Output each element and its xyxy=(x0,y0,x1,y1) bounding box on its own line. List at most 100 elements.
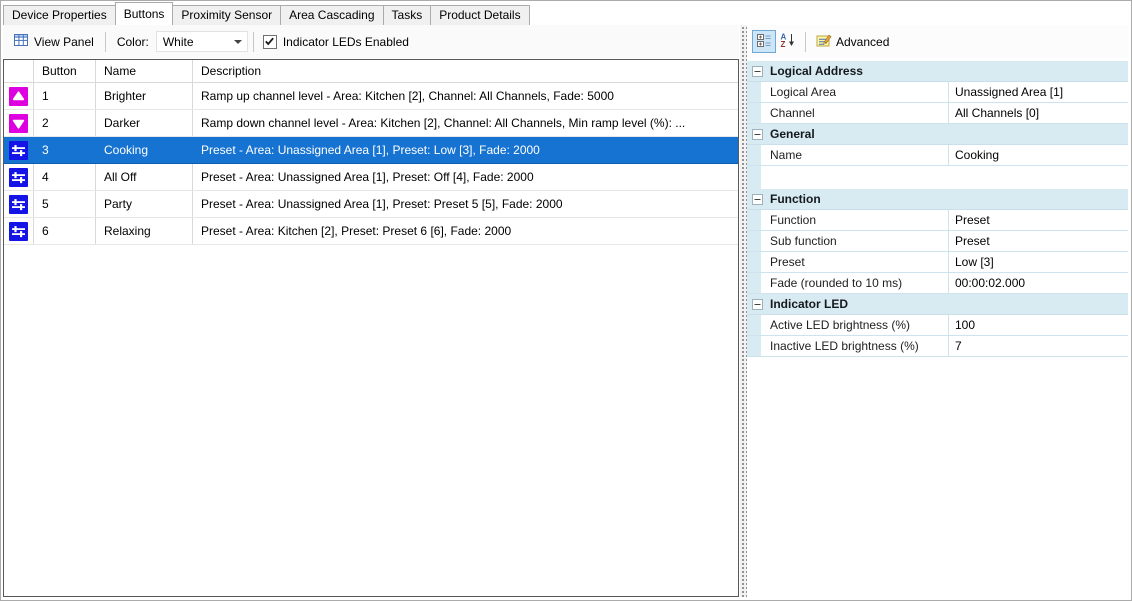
property-row-gutter xyxy=(747,252,761,272)
collapse-toggle-icon[interactable] xyxy=(752,194,763,205)
table-row-button-4[interactable]: 4All OffPreset - Area: Unassigned Area [… xyxy=(4,164,738,191)
category-title: General xyxy=(770,127,815,141)
button-description-cell[interactable]: Ramp up channel level - Area: Kitchen [2… xyxy=(193,83,738,109)
property-category-logical-address[interactable]: Logical Address xyxy=(747,61,1128,82)
property-value[interactable]: Unassigned Area [1] xyxy=(949,82,1128,102)
property-row-gutter xyxy=(747,336,761,356)
tab-product-details[interactable]: Product Details xyxy=(430,5,529,25)
button-type-icon-cell[interactable] xyxy=(4,83,34,109)
button-name-cell[interactable]: Party xyxy=(96,191,193,217)
button-description-cell[interactable]: Preset - Area: Unassigned Area [1], Pres… xyxy=(193,191,738,217)
property-value[interactable]: Low [3] xyxy=(949,252,1128,272)
advanced-button[interactable]: Advanced xyxy=(811,30,897,53)
property-name: Channel xyxy=(761,103,949,123)
button-number-cell[interactable]: 3 xyxy=(34,137,96,163)
column-header-icon[interactable] xyxy=(4,60,34,83)
button-number-cell[interactable]: 1 xyxy=(34,83,96,109)
table-row-button-3[interactable]: 3CookingPreset - Area: Unassigned Area [… xyxy=(4,137,738,164)
sort-alphabetical-icon: AZ xyxy=(780,32,796,51)
button-name-cell[interactable]: Brighter xyxy=(96,83,193,109)
indicator-leds-label: Indicator LEDs Enabled xyxy=(283,35,409,49)
button-description-cell[interactable]: Preset - Area: Kitchen [2], Preset: Pres… xyxy=(193,218,738,244)
column-header-description[interactable]: Description xyxy=(193,60,738,83)
button-type-icon-cell[interactable] xyxy=(4,218,34,244)
table-row-button-2[interactable]: 2DarkerRamp down channel level - Area: K… xyxy=(4,110,738,137)
property-name: Logical Area xyxy=(761,82,949,102)
property-toolbar: AZ Advanced xyxy=(747,25,1128,58)
view-panel-grid-icon xyxy=(13,32,29,51)
button-type-icon-cell[interactable] xyxy=(4,137,34,163)
collapse-toggle-icon[interactable] xyxy=(752,299,763,310)
button-name-cell[interactable]: All Off xyxy=(96,164,193,190)
property-name: Sub function xyxy=(761,231,949,251)
sort-alphabetical-button[interactable]: AZ xyxy=(776,30,800,53)
property-category-general[interactable]: General xyxy=(747,124,1128,145)
tab-area-cascading[interactable]: Area Cascading xyxy=(280,5,383,25)
property-value[interactable]: All Channels [0] xyxy=(949,103,1128,123)
button-description-cell[interactable]: Preset - Area: Unassigned Area [1], Pres… xyxy=(193,164,738,190)
property-value[interactable]: 7 xyxy=(949,336,1128,356)
table-header-row: ButtonNameDescription xyxy=(4,60,738,83)
categorized-icon xyxy=(756,32,772,51)
tab-proximity-sensor[interactable]: Proximity Sensor xyxy=(172,5,281,25)
collapse-toggle-icon[interactable] xyxy=(752,129,763,140)
column-header-name[interactable]: Name xyxy=(96,60,193,83)
ramp-down-icon xyxy=(9,114,28,133)
property-panel: AZ Advanced Logical Address Logical AreaU… xyxy=(747,25,1128,597)
property-row-gutter xyxy=(747,315,761,335)
property-value[interactable]: Preset xyxy=(949,231,1128,251)
property-value[interactable]: Preset xyxy=(949,210,1128,230)
button-number-cell[interactable]: 2 xyxy=(34,110,96,136)
property-name: Name xyxy=(761,145,949,165)
table-row-button-6[interactable]: 6RelaxingPreset - Area: Kitchen [2], Pre… xyxy=(4,218,738,245)
property-row-function: FunctionPreset xyxy=(747,210,1128,231)
property-row-preset: PresetLow [3] xyxy=(747,252,1128,273)
button-number-cell[interactable]: 4 xyxy=(34,164,96,190)
svg-text:Z: Z xyxy=(781,40,786,48)
property-value[interactable]: 100 xyxy=(949,315,1128,335)
property-category-indicator-led[interactable]: Indicator LED xyxy=(747,294,1128,315)
button-type-icon-cell[interactable] xyxy=(4,164,34,190)
indicator-leds-checkbox[interactable] xyxy=(263,35,277,49)
property-category-function[interactable]: Function xyxy=(747,189,1128,210)
table-row-button-5[interactable]: 5PartyPreset - Area: Unassigned Area [1]… xyxy=(4,191,738,218)
color-select[interactable]: White xyxy=(156,31,248,52)
chevron-down-icon xyxy=(234,40,242,44)
collapse-toggle-icon[interactable] xyxy=(752,66,763,77)
toolbar-separator xyxy=(253,32,254,52)
property-row-sub-function: Sub functionPreset xyxy=(747,231,1128,252)
button-type-icon-cell[interactable] xyxy=(4,191,34,217)
property-row-inactive-led-brightness: Inactive LED brightness (%)7 xyxy=(747,336,1128,357)
column-header-button[interactable]: Button xyxy=(34,60,96,83)
property-value[interactable]: Cooking xyxy=(949,145,1128,165)
table-row-button-1[interactable]: 1BrighterRamp up channel level - Area: K… xyxy=(4,83,738,110)
property-row-gutter xyxy=(747,273,761,293)
category-title: Logical Address xyxy=(770,64,863,78)
property-row-gutter xyxy=(747,210,761,230)
property-grid: Logical Address Logical AreaUnassigned Ar… xyxy=(747,61,1128,597)
categorized-button[interactable] xyxy=(752,30,776,53)
buttons-table-header: ButtonNameDescription xyxy=(4,60,738,83)
buttons-table-body: 1BrighterRamp up channel level - Area: K… xyxy=(4,83,738,245)
pane-splitter[interactable] xyxy=(740,25,747,597)
button-name-cell[interactable]: Relaxing xyxy=(96,218,193,244)
advanced-label: Advanced xyxy=(836,35,889,49)
tab-tasks[interactable]: Tasks xyxy=(383,5,432,25)
button-type-icon-cell[interactable] xyxy=(4,110,34,136)
button-description-cell[interactable]: Preset - Area: Unassigned Area [1], Pres… xyxy=(193,137,738,163)
preset-icon xyxy=(9,222,28,241)
property-value[interactable]: 00:00:02.000 xyxy=(949,273,1128,293)
view-panel-button[interactable]: View Panel xyxy=(7,29,100,54)
property-row-gutter xyxy=(747,145,761,165)
button-name-cell[interactable]: Cooking xyxy=(96,137,193,163)
button-number-cell[interactable]: 6 xyxy=(34,218,96,244)
color-label: Color: xyxy=(117,35,149,49)
category-title: Function xyxy=(770,192,821,206)
buttons-toolbar: View Panel Color: White Indicator LEDs E… xyxy=(3,25,739,58)
button-number-cell[interactable]: 5 xyxy=(34,191,96,217)
property-row-active-led-brightness: Active LED brightness (%)100 xyxy=(747,315,1128,336)
tab-device-properties[interactable]: Device Properties xyxy=(3,5,116,25)
button-name-cell[interactable]: Darker xyxy=(96,110,193,136)
button-description-cell[interactable]: Ramp down channel level - Area: Kitchen … xyxy=(193,110,738,136)
tab-buttons[interactable]: Buttons xyxy=(115,2,174,25)
